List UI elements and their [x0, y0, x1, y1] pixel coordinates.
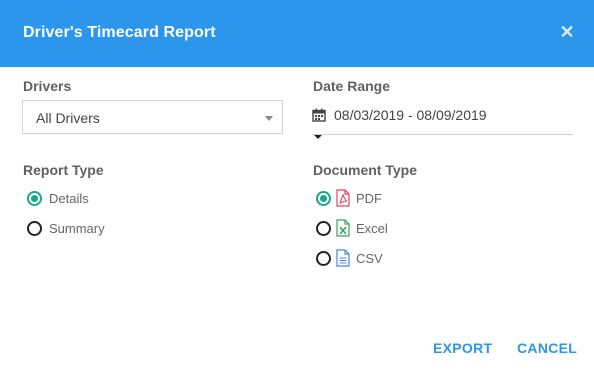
- date-range-picker[interactable]: 08/03/2019 - 08/09/2019: [312, 100, 573, 139]
- export-button[interactable]: EXPORT: [433, 340, 492, 356]
- radio-unchecked-icon: [316, 221, 331, 236]
- report-type-details-label: Details: [49, 191, 89, 206]
- radio-unchecked-icon: [27, 221, 42, 236]
- drivers-label: Drivers: [23, 78, 72, 94]
- report-type-summary-label: Summary: [49, 221, 105, 236]
- timecard-report-dialog: Driver's Timecard Report ✕ Drivers All D…: [0, 0, 594, 377]
- radio-checked-icon: [27, 191, 42, 206]
- caret-down-icon: [314, 135, 322, 139]
- date-range-value: 08/03/2019 - 08/09/2019: [334, 107, 487, 123]
- drivers-select-value: All Drivers: [36, 110, 100, 126]
- document-type-excel-label: Excel: [356, 221, 388, 236]
- document-type-pdf-label: PDF: [356, 191, 382, 206]
- report-type-label: Report Type: [23, 162, 104, 178]
- date-range-label: Date Range: [313, 78, 391, 94]
- close-icon[interactable]: ✕: [558, 23, 576, 41]
- pdf-file-icon: [336, 189, 350, 207]
- document-type-csv-label: CSV: [356, 251, 383, 266]
- cancel-button[interactable]: CANCEL: [517, 340, 577, 356]
- excel-file-icon: [336, 219, 350, 237]
- chevron-down-icon: [265, 116, 273, 121]
- calendar-icon: [312, 108, 326, 122]
- csv-file-icon: [336, 249, 350, 267]
- document-type-label: Document Type: [313, 162, 417, 178]
- dialog-header: Driver's Timecard Report ✕: [0, 0, 594, 67]
- drivers-select[interactable]: All Drivers: [22, 100, 283, 134]
- radio-checked-icon: [316, 191, 331, 206]
- dialog-title: Driver's Timecard Report: [23, 24, 216, 41]
- radio-unchecked-icon: [316, 251, 331, 266]
